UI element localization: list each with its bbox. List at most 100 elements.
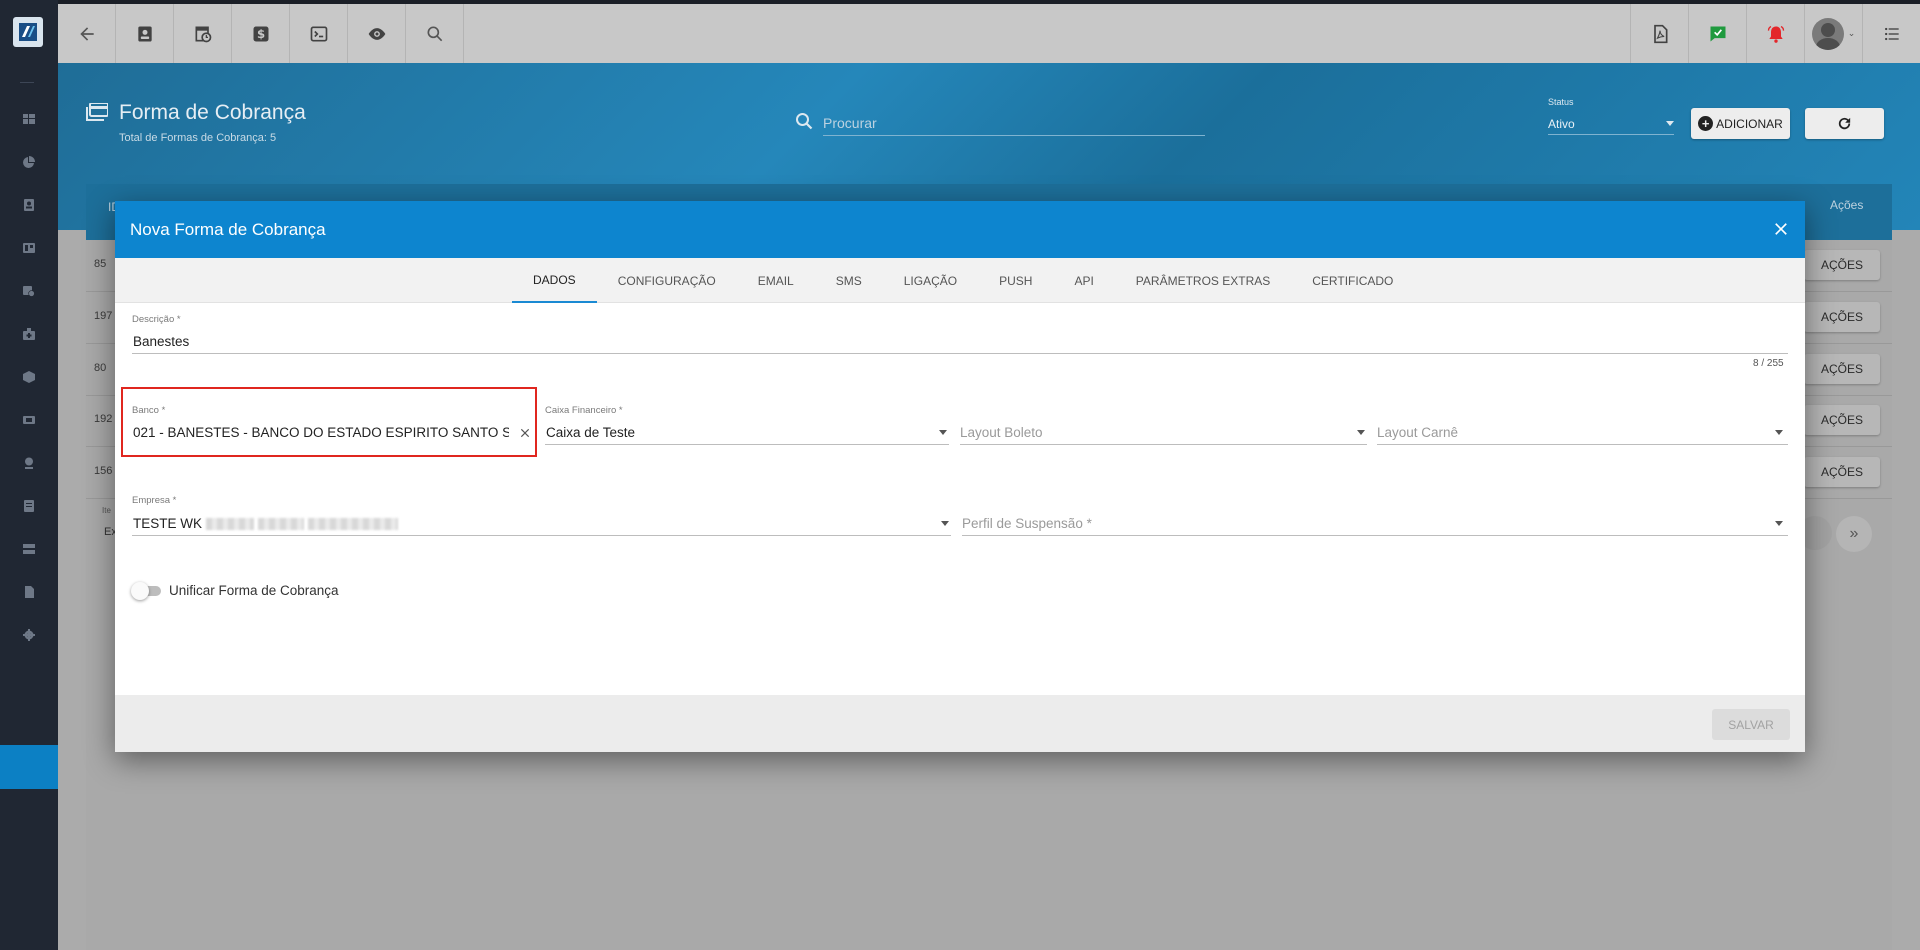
calendar-clock-icon[interactable] — [174, 4, 232, 63]
row-actions-button[interactable]: AÇÕES — [1804, 354, 1880, 384]
empresa-select[interactable]: TESTE WK — [133, 516, 399, 531]
document-icon[interactable] — [0, 486, 58, 526]
tab-dados[interactable]: DADOS — [512, 258, 597, 303]
back-arrow-icon[interactable] — [58, 4, 116, 63]
settings-icon[interactable] — [0, 615, 58, 655]
items-per-page-label: Ite — [102, 506, 111, 515]
layout-carne-select[interactable]: Layout Carnê — [1377, 425, 1458, 440]
redacted-text — [206, 518, 255, 531]
tab-push[interactable]: PUSH — [978, 258, 1053, 303]
contact-card-icon[interactable] — [116, 4, 174, 63]
row-id: 80 — [94, 362, 107, 374]
row-id: 156 — [94, 465, 113, 477]
file-icon[interactable] — [0, 572, 58, 612]
caixa-select[interactable]: Caixa de Teste — [546, 425, 635, 440]
tab-certificado[interactable]: CERTIFICADO — [1291, 258, 1414, 303]
double-chevron-right-icon: » — [1849, 525, 1859, 542]
avatar — [1811, 17, 1844, 50]
status-select[interactable]: Ativo — [1548, 113, 1674, 135]
tab-ligacao[interactable]: LIGAÇÃO — [883, 258, 978, 303]
ticket-icon[interactable] — [0, 400, 58, 440]
chevron-down-icon[interactable] — [941, 521, 949, 526]
empresa-value: TESTE WK — [133, 516, 203, 531]
medical-case-icon[interactable] — [0, 314, 58, 354]
unificar-toggle[interactable] — [131, 582, 161, 600]
dashboard-icon[interactable] — [0, 99, 58, 139]
refresh-icon — [1838, 117, 1851, 130]
row-actions-button[interactable]: AÇÕES — [1804, 250, 1880, 280]
caixa-underline — [545, 444, 949, 445]
contact-icon[interactable] — [0, 185, 58, 225]
search-icon — [796, 113, 813, 130]
tab-email[interactable]: EMAIL — [737, 258, 815, 303]
descricao-char-counter: 8 / 255 — [1753, 358, 1784, 369]
banco-field[interactable]: 021 - BANESTES - BANCO DO ESTADO ESPIRIT… — [133, 425, 509, 440]
refresh-button[interactable] — [1805, 108, 1884, 139]
chevron-down-icon[interactable] — [1775, 430, 1783, 435]
dollar-icon[interactable]: $ — [232, 4, 290, 63]
sidebar-active-item[interactable] — [0, 745, 58, 789]
status-label: Status — [1548, 97, 1574, 107]
box-icon[interactable] — [0, 357, 58, 397]
tab-parametros-extras[interactable]: PARÂMETROS EXTRAS — [1115, 258, 1291, 303]
descricao-field[interactable]: Banestes — [133, 334, 189, 349]
chevron-down-icon[interactable] — [939, 430, 947, 435]
alarm-bell-icon[interactable] — [1746, 4, 1804, 63]
add-button[interactable]: + ADICIONAR — [1691, 108, 1790, 139]
chevron-down-icon[interactable] — [1775, 521, 1783, 526]
sidebar-divider — [20, 82, 34, 83]
layout-boleto-select[interactable]: Layout Boleto — [960, 425, 1043, 440]
search-input[interactable] — [823, 110, 1205, 136]
row-id: 85 — [94, 258, 107, 270]
sidebar — [0, 0, 58, 950]
pdf-file-icon[interactable] — [1630, 4, 1688, 63]
server-icon[interactable] — [0, 529, 58, 569]
redacted-text — [258, 518, 305, 531]
eye-icon[interactable] — [348, 4, 406, 63]
tab-sms[interactable]: SMS — [815, 258, 883, 303]
pager-last-button[interactable]: » — [1836, 516, 1872, 552]
unificar-label: Unificar Forma de Cobrança — [169, 583, 339, 598]
calendar-icon[interactable] — [0, 271, 58, 311]
board-icon[interactable] — [0, 228, 58, 268]
banco-label: Banco * — [132, 405, 166, 416]
pie-chart-icon[interactable] — [0, 142, 58, 182]
list-menu-icon[interactable] — [1862, 4, 1920, 63]
page-subtitle: Total de Formas de Cobrança: 5 — [119, 132, 277, 144]
caixa-label: Caixa Financeiro * — [545, 405, 623, 416]
layout-carne-underline — [1377, 444, 1788, 445]
banco-highlight — [121, 387, 537, 457]
save-button[interactable]: SALVAR — [1712, 709, 1790, 740]
empresa-underline — [132, 535, 951, 536]
redacted-text — [308, 518, 399, 531]
dialog-footer: SALVAR — [115, 695, 1805, 752]
empresa-label: Empresa * — [132, 495, 177, 506]
terminal-icon[interactable] — [290, 4, 348, 63]
new-billing-method-dialog: Nova Forma de Cobrança DADOS CONFIGURAÇÃ… — [115, 201, 1805, 752]
tab-configuracao[interactable]: CONFIGURAÇÃO — [597, 258, 737, 303]
search-icon[interactable] — [406, 4, 464, 63]
row-actions-button[interactable]: AÇÕES — [1804, 457, 1880, 487]
close-icon[interactable] — [1771, 219, 1791, 239]
chevron-down-icon — [1666, 121, 1674, 126]
row-id: 192 — [94, 413, 113, 425]
top-toolbar: $ ⌄ — [58, 0, 1920, 63]
app-logo[interactable] — [13, 17, 43, 47]
status-value: Ativo — [1548, 117, 1575, 131]
toggle-knob — [131, 582, 149, 600]
user-avatar[interactable]: ⌄ — [1804, 4, 1862, 63]
location-icon[interactable] — [0, 443, 58, 483]
row-actions-button[interactable]: AÇÕES — [1804, 405, 1880, 435]
chevron-down-icon[interactable] — [1357, 430, 1365, 435]
billing-card-icon — [86, 103, 108, 121]
clear-icon[interactable] — [518, 426, 532, 440]
tab-api[interactable]: API — [1053, 258, 1114, 303]
perfil-suspensao-select[interactable]: Perfil de Suspensão * — [962, 516, 1092, 531]
dialog-tabs: DADOS CONFIGURAÇÃO EMAIL SMS LIGAÇÃO PUS… — [115, 258, 1805, 303]
row-actions-button[interactable]: AÇÕES — [1804, 302, 1880, 332]
chat-check-icon[interactable] — [1688, 4, 1746, 63]
column-header-actions: Ações — [1830, 198, 1864, 212]
descricao-label: Descrição * — [132, 314, 181, 325]
dialog-header: Nova Forma de Cobrança — [115, 201, 1805, 258]
add-button-label: ADICIONAR — [1716, 116, 1783, 131]
